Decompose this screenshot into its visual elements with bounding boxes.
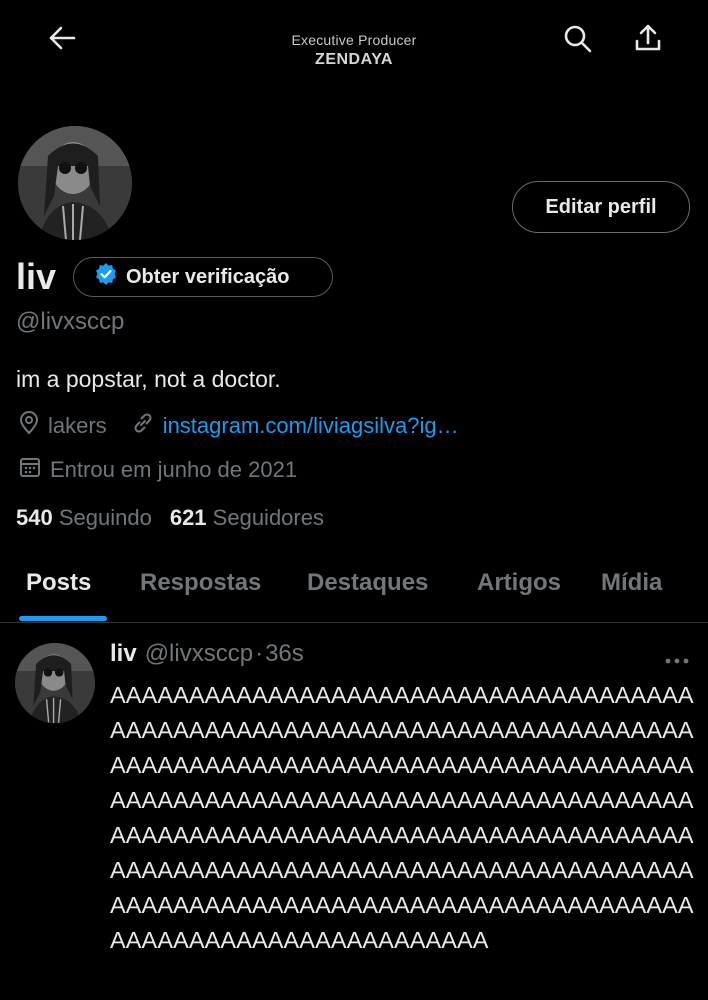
profile-name: liv [16, 256, 57, 297]
profile-location: lakers [48, 413, 107, 438]
calendar-icon [18, 455, 42, 485]
profile-bio: im a popstar, not a doctor. [16, 366, 281, 392]
tab-highlights[interactable]: Destaques [307, 569, 428, 597]
tab-articles[interactable]: Artigos [477, 569, 561, 597]
active-tab-indicator [19, 616, 107, 621]
followers-stat[interactable]: 621 Seguidores [170, 505, 324, 531]
header-subtitle: Executive Producer [291, 32, 417, 48]
post-text: AAAAAAAAAAAAAAAAAAAAAAAAAAAAAAAAAAAAAAAA… [110, 682, 694, 953]
link-icon [131, 411, 155, 441]
profile-joined-row: Entrou em junho de 2021 [18, 455, 297, 485]
profile-avatar[interactable] [15, 123, 135, 243]
followers-label: Seguidores [212, 505, 324, 530]
tab-media[interactable]: Mídia [601, 569, 662, 597]
following-count: 540 [16, 505, 53, 530]
profile-link[interactable]: instagram.com/liviagsilva?ig… [163, 413, 459, 439]
post-time[interactable]: 36s [265, 640, 304, 668]
tabs-divider [0, 622, 708, 623]
profile-handle: @livxsccp [16, 308, 125, 335]
verified-badge-icon [94, 262, 118, 292]
following-label: Seguindo [58, 505, 152, 530]
post-author-handle[interactable]: @livxsccp [145, 640, 253, 668]
tab-posts[interactable]: Posts [26, 569, 91, 597]
header-title: ZENDAYA [315, 51, 393, 68]
get-verified-button[interactable]: Obter verificação [73, 257, 333, 297]
get-verified-label: Obter verificação [126, 265, 290, 288]
post-header: liv @livxsccp · 36s [110, 640, 304, 668]
followers-count: 621 [169, 505, 207, 530]
profile-stats: 540 Seguindo 621 Seguidores [16, 505, 324, 531]
edit-profile-button[interactable]: Editar perfil [512, 181, 690, 233]
location-icon [18, 411, 40, 441]
profile-joined: Entrou em junho de 2021 [50, 457, 298, 482]
profile-meta-row: lakers instagram.com/liviagsilva?ig… [18, 411, 459, 441]
following-stat[interactable]: 540 Seguindo [16, 505, 152, 531]
post-avatar[interactable] [15, 643, 95, 723]
tab-replies[interactable]: Respostas [140, 569, 261, 597]
search-icon[interactable] [563, 24, 593, 54]
post-separator: · [255, 640, 264, 667]
post-author-name[interactable]: liv [110, 640, 137, 668]
share-icon[interactable] [634, 23, 662, 53]
more-options-icon[interactable] [664, 652, 690, 670]
